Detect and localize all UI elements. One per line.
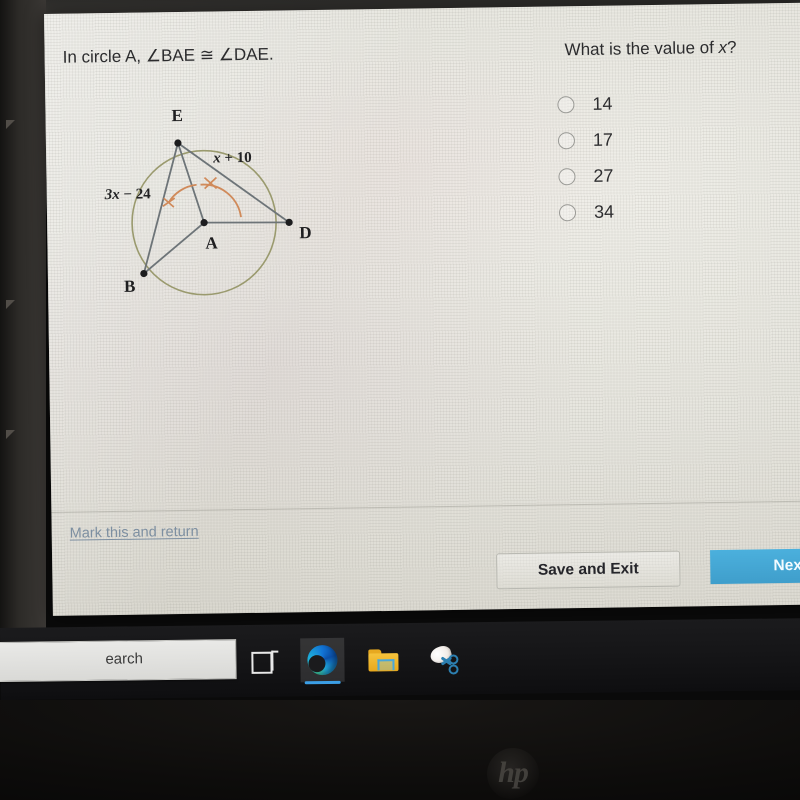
hp-logo: hp	[487, 748, 539, 800]
answer-option-2[interactable]: 17	[557, 122, 614, 159]
circle-geometry-figure: E B D A 3x − 24 x + 10	[75, 92, 328, 326]
laptop-lower-bezel	[0, 700, 800, 800]
taskbar-search-input[interactable]: earch	[0, 639, 237, 684]
photo-of-laptop-screen: In circle A, ∠BAE ≅ ∠DAE. What is the va…	[0, 0, 800, 800]
point-label-A: A	[205, 233, 218, 253]
radio-button-icon[interactable]	[558, 203, 577, 221]
radius-AE	[177, 142, 205, 223]
radio-button-icon[interactable]	[557, 95, 575, 113]
windows-taskbar: earch	[0, 618, 800, 700]
footer-divider	[51, 500, 800, 513]
bezel-marks	[4, 120, 26, 480]
point-label-B: B	[123, 276, 136, 296]
microsoft-edge-button[interactable]	[300, 637, 345, 685]
radius-AB	[143, 221, 205, 275]
answer-option-3[interactable]: 27	[558, 158, 614, 195]
active-app-indicator	[304, 680, 341, 685]
chord-EB	[142, 142, 179, 274]
point-label-E: E	[171, 105, 184, 126]
task-view-button[interactable]	[242, 639, 287, 684]
answer-option-label: 14	[592, 93, 613, 114]
answer-option-label: 27	[593, 165, 614, 186]
chord-ED-expression: x + 10	[213, 149, 252, 167]
question-stem-prefix: In circle A,	[62, 46, 146, 67]
question-prompt-prefix: What is the value of	[564, 37, 719, 60]
radio-button-icon[interactable]	[557, 131, 576, 149]
question-prompt-variable: x	[718, 37, 728, 57]
laptop-bezel-left	[0, 0, 46, 648]
answer-option-1[interactable]: 14	[557, 86, 613, 123]
question-stem: In circle A, ∠BAE ≅ ∠DAE.	[63, 45, 274, 68]
save-and-exit-button[interactable]: Save and Exit	[496, 550, 681, 590]
folder-icon	[368, 649, 399, 672]
circle-diagram-svg	[131, 139, 293, 296]
radius-AD	[204, 221, 290, 224]
search-input-text: earch	[105, 650, 144, 668]
question-prompt: What is the value of x?	[564, 38, 736, 61]
answer-option-label: 34	[593, 201, 615, 222]
mark-this-and-return-link[interactable]: Mark this and return	[70, 524, 199, 542]
point-label-D: D	[299, 223, 312, 243]
answer-option-4[interactable]: 34	[558, 194, 615, 231]
question-prompt-suffix: ?	[726, 37, 737, 57]
next-button[interactable]: Next	[710, 547, 800, 585]
file-explorer-button[interactable]	[360, 637, 405, 682]
edge-icon	[307, 644, 338, 676]
chord-EB-expression: 3x − 24	[104, 186, 151, 204]
task-view-icon	[242, 639, 287, 684]
question-stem-congruence: ∠BAE ≅ ∠DAE.	[145, 44, 274, 66]
radio-button-icon[interactable]	[558, 167, 576, 185]
angle-arc-DAE	[200, 183, 242, 218]
monitor-screen: In circle A, ∠BAE ≅ ∠DAE. What is the va…	[44, 2, 800, 616]
snip-and-sketch-button[interactable]	[420, 636, 465, 681]
answer-options-list: 14 17 27 34	[557, 86, 614, 231]
answer-option-label: 17	[592, 129, 614, 150]
scissors-icon	[428, 643, 459, 675]
